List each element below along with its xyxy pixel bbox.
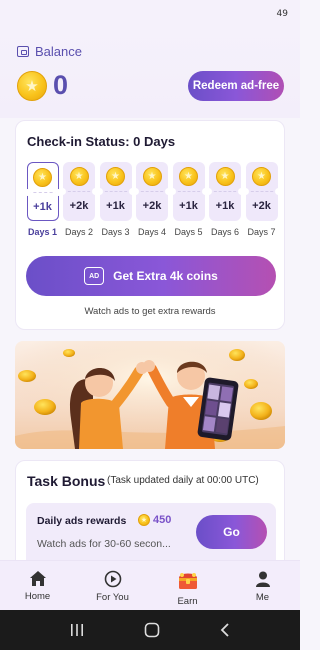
day-amount: +1k [106,200,125,212]
ad-icon: AD [84,267,105,285]
extra-rewards-caption: Watch ads to get extra rewards [84,306,216,317]
get-extra-coins-button[interactable]: AD Get Extra 4k coins [26,256,276,296]
day-label: Days 2 [64,227,93,237]
checkin-days: ★ +1k Days 1 ★ +2k Days 2 ★ +1k Days 3 ★… [23,162,282,237]
nav-item-home[interactable]: Home [0,561,75,610]
checkin-day-6[interactable]: ★ +1k Days 6 [205,162,245,237]
status-bar: 49 [0,0,300,30]
checkin-day-4[interactable]: ★ +2k Days 4 [132,162,172,237]
day-ticket: ★ +1k [23,162,62,221]
checkin-day-2[interactable]: ★ +2k Days 2 [59,162,99,237]
day-ticket: ★ +1k [205,162,245,221]
day-label: Days 7 [247,227,276,237]
treasure-chest-icon [178,573,197,589]
task-update-note: (Task updated daily at 00:00 UTC) [107,475,259,486]
day-amount: +1k [179,200,198,212]
get-extra-coins-label: Get Extra 4k coins [113,269,218,283]
day-label: Days 4 [137,227,166,237]
recent-apps-icon[interactable] [69,623,85,637]
nav-item-me[interactable]: Me [225,561,300,610]
checkin-day-5[interactable]: ★ +1k Days 5 [168,162,209,237]
day-label: Days 6 [210,227,239,237]
back-icon[interactable] [219,622,231,638]
go-button[interactable]: Go [196,515,267,549]
checkin-day-3[interactable]: ★ +1k Days 3 [95,162,136,237]
day-amount: +1k [33,201,52,213]
day-ticket: ★ +2k [59,162,99,221]
checkin-day-1[interactable]: ★ +1k Days 1 [23,162,62,237]
home-icon [29,571,46,586]
task-reward-amount: 450 [153,514,172,526]
high-five-illustration [15,341,285,449]
coin-icon: ★ [17,71,47,101]
redeem-ad-free-button[interactable]: Redeem ad-free [188,71,284,101]
day-amount: +2k [69,200,89,212]
wallet-icon [17,46,29,57]
promo-banner[interactable] [15,341,285,449]
coin-icon: ★ [69,167,89,186]
day-ticket: ★ +1k [95,162,136,221]
coin-icon: ★ [33,168,52,187]
day-amount: +2k [142,200,162,212]
task-name: Daily ads rewards [37,515,127,527]
coin-icon: ★ [106,167,125,186]
day-amount: +1k [215,200,235,212]
balance-value: 0 [53,70,69,100]
day-label: Days 1 [27,227,58,237]
day-amount: +2k [252,200,271,212]
nav-label: For You [96,592,129,603]
play-circle-icon [104,570,121,588]
bottom-nav: Home For You Earn Me [0,560,300,610]
nav-item-earn[interactable]: Earn [150,561,225,610]
home-button-icon[interactable] [144,622,160,638]
task-description: Watch ads for 30-60 secon... [37,538,171,550]
coin-icon: ★ [215,167,235,186]
nav-label: Me [255,592,270,603]
day-ticket: ★ +2k [132,162,172,221]
coin-icon: ★ [252,167,271,186]
checkin-card: Check-in Status: 0 Days ★ +1k Days 1 ★ +… [15,120,285,330]
day-label: Days 5 [174,227,203,237]
coin-icon: ★ [138,514,150,526]
task-bonus-title: Task Bonus [27,473,106,489]
day-label: Days 3 [101,227,130,237]
balance-label: Balance [17,44,82,59]
day-ticket: ★ +1k [168,162,209,221]
nav-label: Earn [177,596,198,607]
signal-indicator: 49 [276,9,288,19]
coin-icon: ★ [179,167,198,186]
day-ticket: ★ +2k [241,162,282,221]
person-icon [255,571,270,587]
system-navigation-bar [0,610,300,650]
nav-item-for-you[interactable]: For You [75,561,150,610]
checkin-day-7[interactable]: ★ +2k Days 7 [241,162,282,237]
balance-label-text: Balance [35,44,82,59]
coin-icon: ★ [142,167,162,186]
nav-label: Home [24,591,51,602]
checkin-title: Check-in Status: 0 Days [27,134,176,149]
task-reward: ★ 450 [138,514,171,526]
